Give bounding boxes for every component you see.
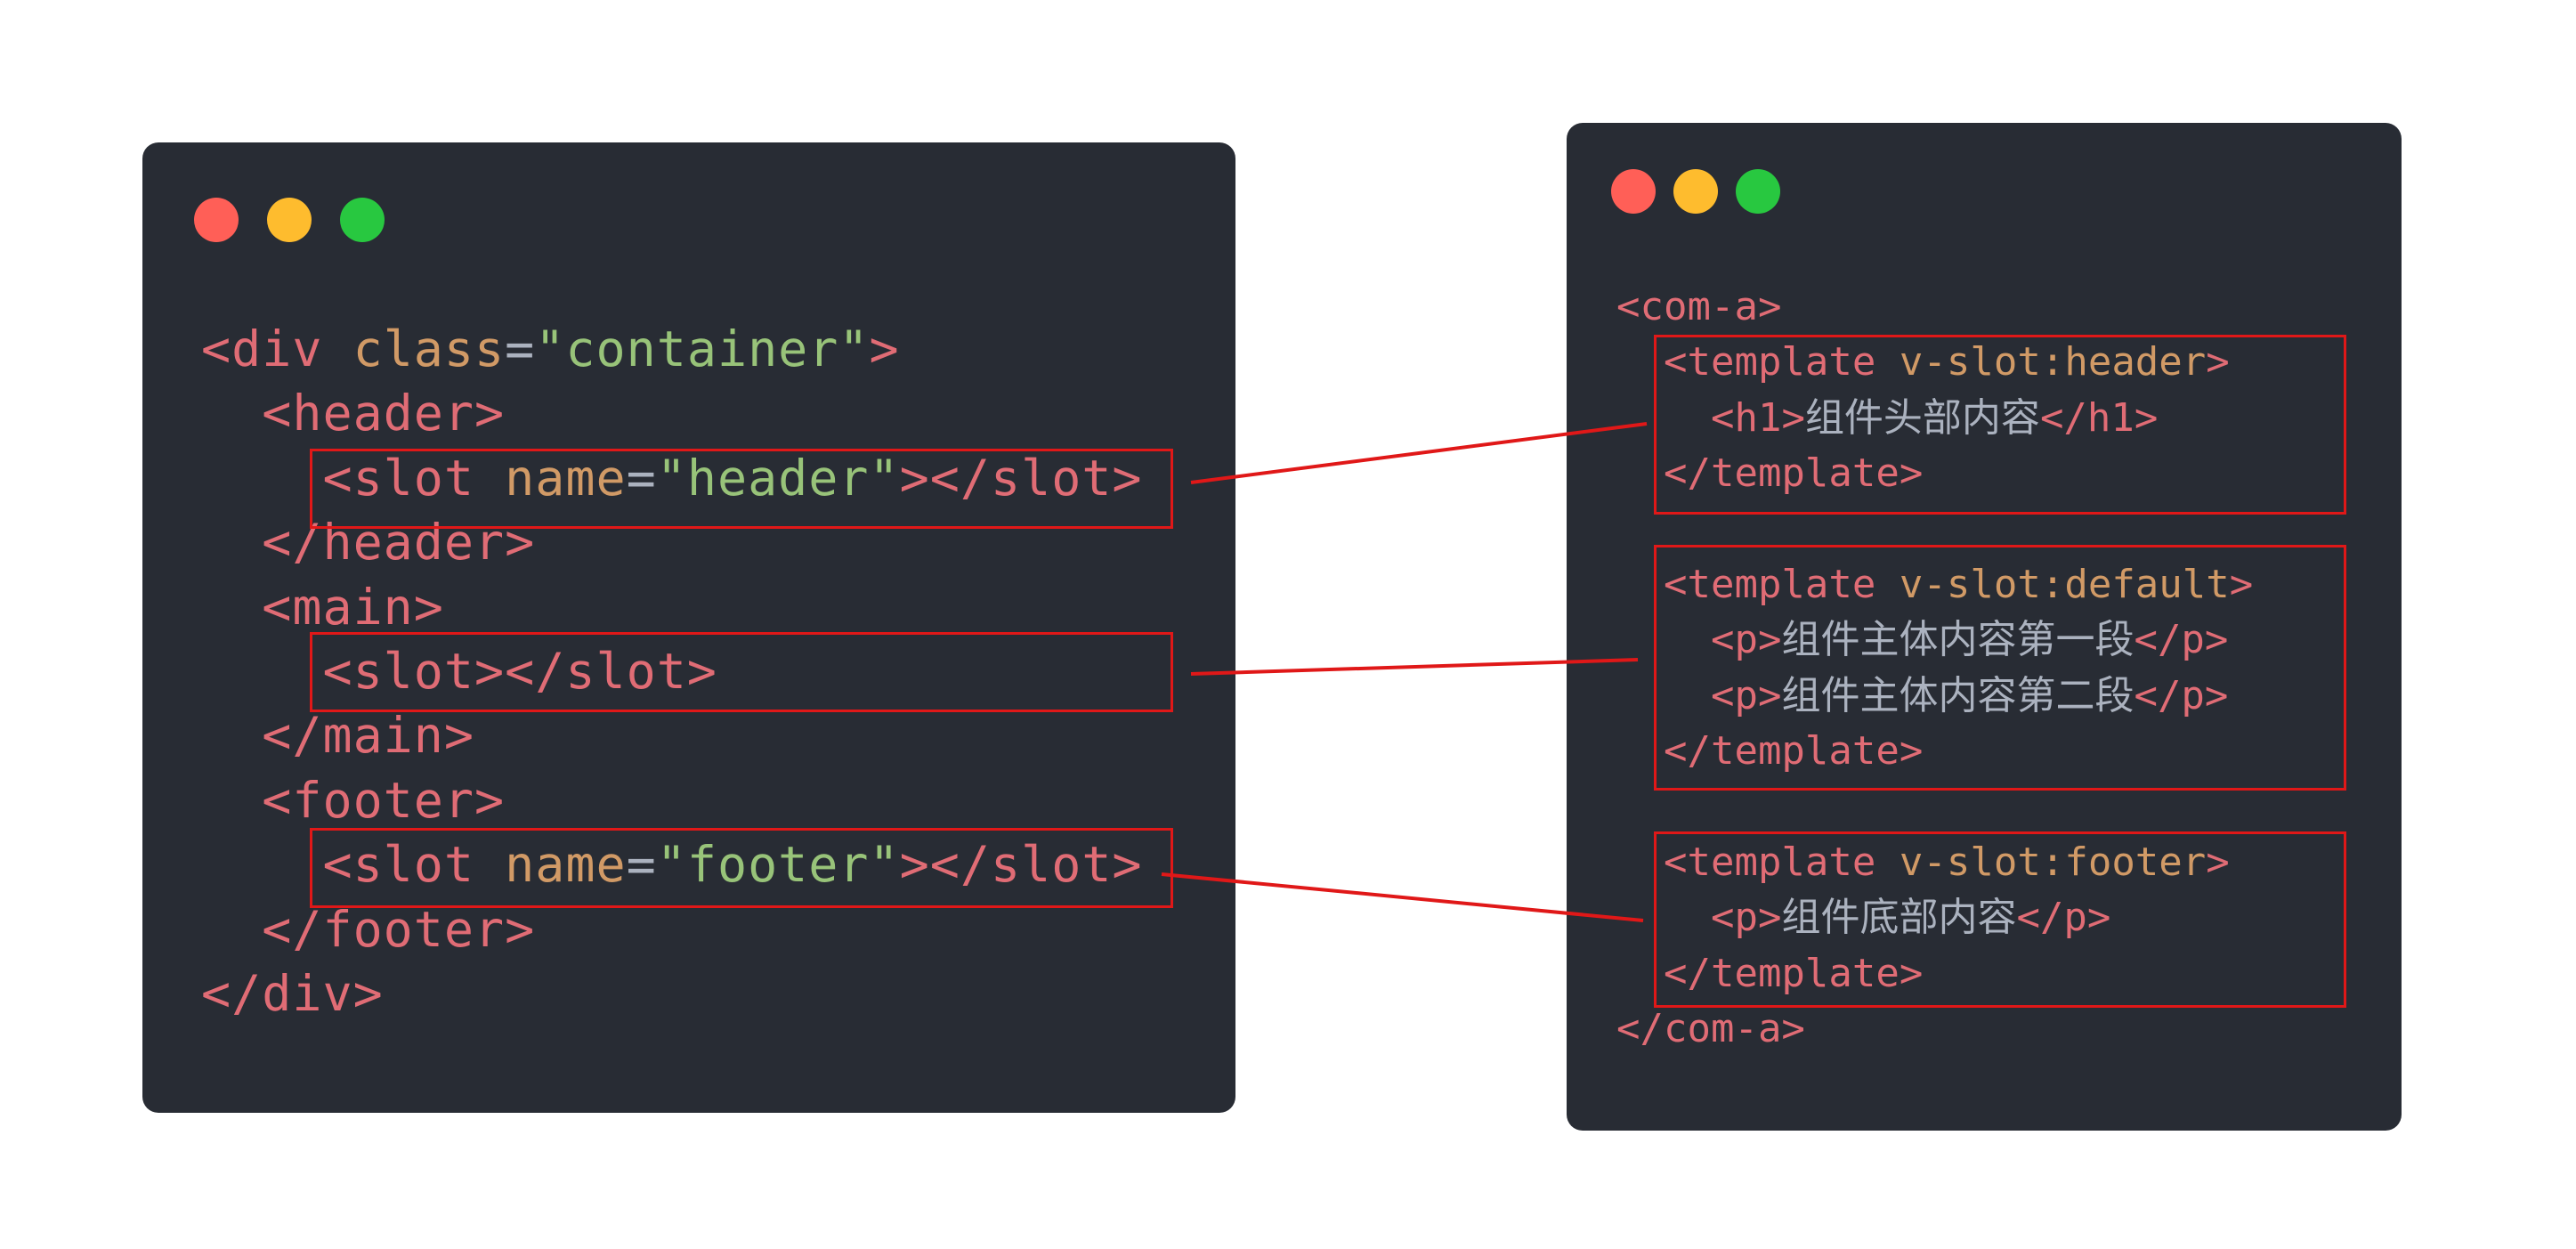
code-line-div-open: <div class="container"> [201, 317, 1143, 381]
code-line-main-open: <main> [201, 575, 1143, 639]
code-line-coma-close: </com-a> [1616, 1002, 2253, 1057]
token-header-open: <header> [262, 385, 506, 442]
token-footer-open: <footer> [262, 771, 506, 829]
token-main-close: </main> [262, 707, 475, 765]
token-main-open: <main> [262, 578, 444, 636]
highlight-slot-default [310, 632, 1173, 712]
highlight-template-footer [1654, 831, 2346, 1008]
highlight-slot-header [310, 449, 1173, 529]
highlight-template-default [1654, 545, 2346, 791]
code-line-footer-open: <footer> [201, 768, 1143, 832]
minimize-dot-icon [267, 198, 312, 242]
token-footer-close: </footer> [262, 900, 536, 958]
close-dot-icon [194, 198, 239, 242]
code-line-header-open: <header> [201, 381, 1143, 445]
code-line-coma-open: <com-a> [1616, 280, 2253, 335]
token-div-close: </div> [201, 965, 384, 1023]
token-equals: = [505, 320, 536, 377]
minimize-dot-icon [1673, 169, 1718, 214]
code-line-div-close: </div> [201, 961, 1143, 1026]
highlight-slot-footer [310, 828, 1173, 908]
token-coma-open: <com-a> [1616, 284, 1782, 329]
token-class-value: "container" [535, 320, 870, 377]
close-dot-icon [1611, 169, 1656, 214]
token-div-open: <div [201, 320, 323, 377]
token-bracket: > [869, 320, 900, 377]
code-line-main-close: </main> [201, 703, 1143, 767]
slot-definition-panel: <div class="container"> <header> <slot n… [142, 142, 1235, 1113]
token-coma-close: </com-a> [1616, 1006, 1805, 1052]
token-class-attr: class [352, 320, 506, 377]
highlight-template-header [1654, 335, 2346, 515]
maximize-dot-icon [340, 198, 385, 242]
maximize-dot-icon [1736, 169, 1780, 214]
